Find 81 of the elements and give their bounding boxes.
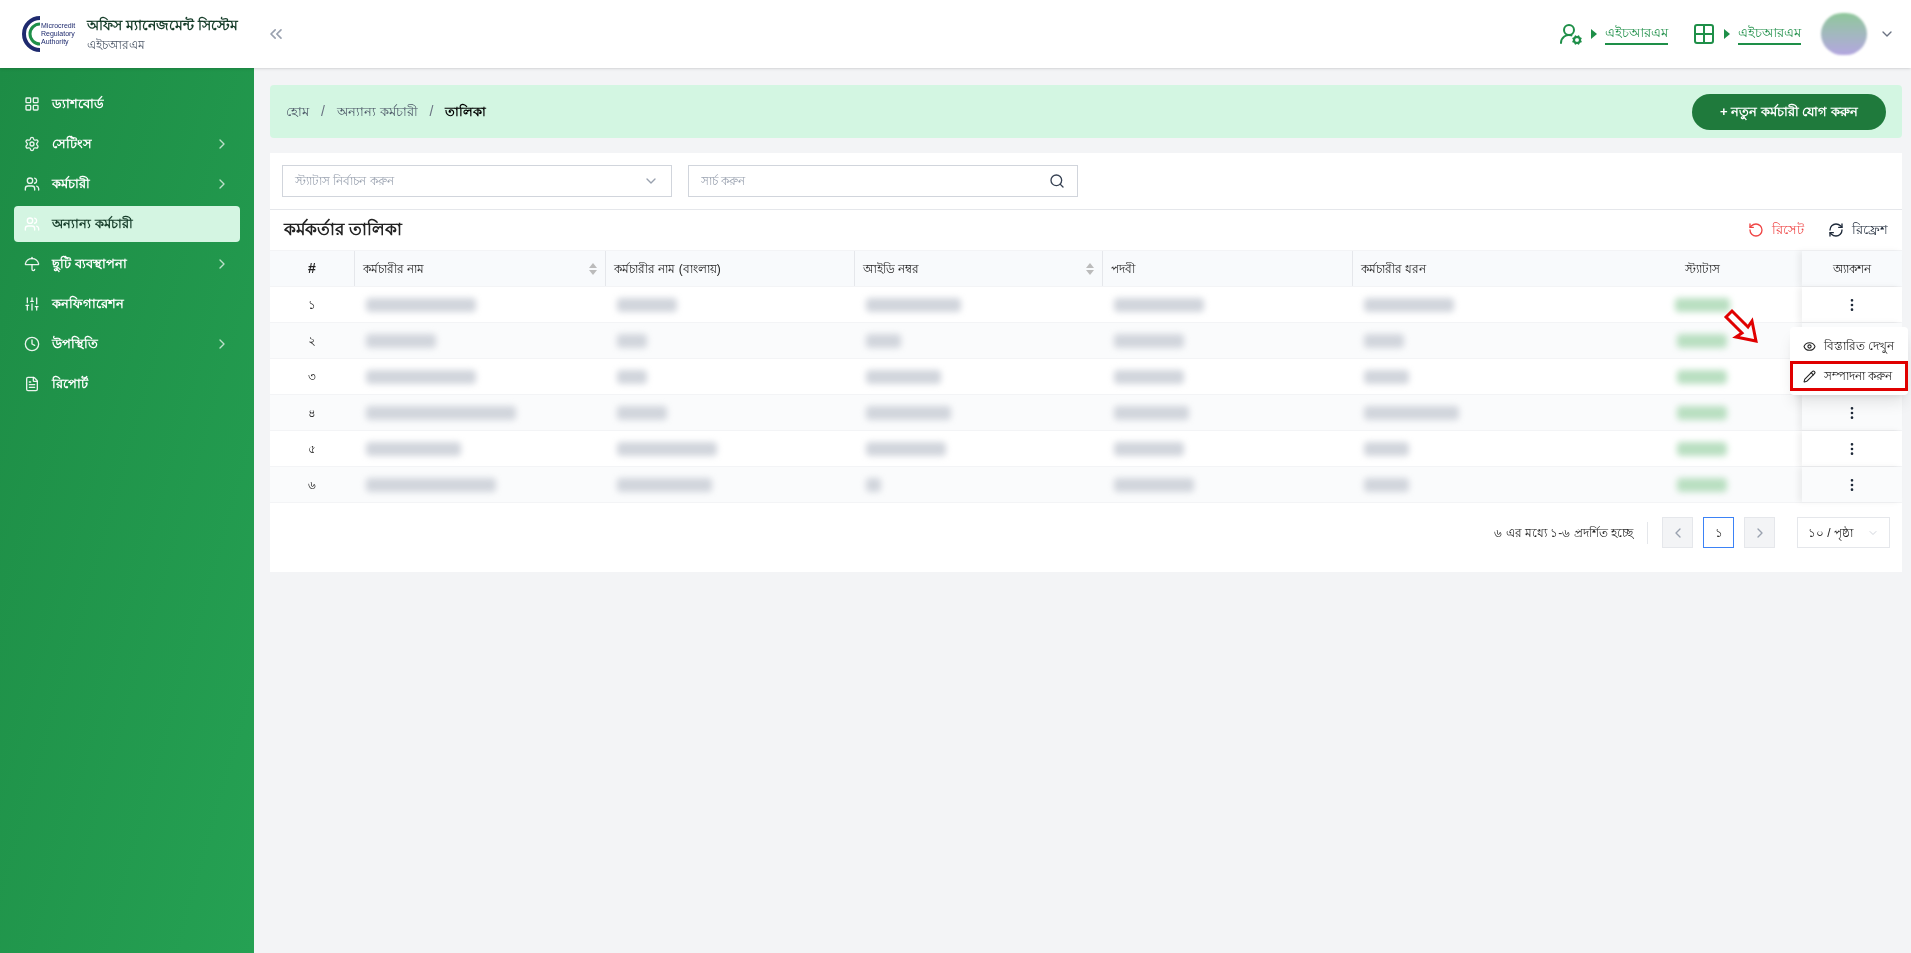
sidebar-item[interactable]: অন্যান্য কর্মচারী <box>14 206 240 242</box>
redacted-text <box>1114 333 1184 348</box>
column-header: স্ট্যাটাস <box>1683 260 1721 278</box>
people-icon <box>24 216 40 232</box>
menu-item[interactable]: বিস্তারিত দেখুন <box>1790 331 1908 361</box>
sidebar-item[interactable]: রিপোর্ট <box>14 366 240 402</box>
pagination-summary: ৬ এর মধ্যে ১-৬ প্রদর্শিত হচ্ছে <box>1494 521 1648 544</box>
people-icon <box>24 176 40 192</box>
breadcrumb-separator: / <box>429 102 434 121</box>
sidebar-item[interactable]: কর্মচারী <box>14 166 240 202</box>
redacted-text <box>1364 369 1409 384</box>
row-number: ২ <box>307 332 317 350</box>
search-box[interactable]: সার্চ করুন <box>688 165 1078 197</box>
triangle-icon <box>1591 29 1597 39</box>
refresh-button[interactable]: রিফ্রেশ <box>1828 220 1888 240</box>
column-header: কর্মচারীর নাম (বাংলায়) <box>605 251 854 286</box>
breadcrumb-item[interactable]: হোম <box>286 101 309 122</box>
clock-icon <box>24 336 40 352</box>
umbrella-icon <box>24 256 40 272</box>
redacted-text <box>617 297 677 312</box>
redacted-text <box>1114 441 1184 456</box>
redacted-text <box>617 369 647 384</box>
row-number: ১ <box>307 296 317 314</box>
column-header: কর্মচারীর ধরন <box>1352 251 1602 286</box>
redacted-text <box>1114 369 1184 384</box>
redacted-text <box>1674 297 1730 312</box>
sidebar-item[interactable]: উপস্থিতি <box>14 326 240 362</box>
row-number: ৩ <box>307 368 317 386</box>
redacted-text <box>366 333 436 348</box>
redacted-text <box>866 477 881 492</box>
gear-icon <box>24 136 40 152</box>
search-icon[interactable] <box>1049 173 1065 189</box>
redacted-text <box>1677 405 1727 420</box>
search-field[interactable]: সার্চ করুন <box>701 172 1049 190</box>
refresh-icon <box>1828 222 1844 238</box>
page-size-select[interactable]: ১০ / পৃষ্ঠা <box>1797 517 1890 548</box>
row-number: ৬ <box>307 476 317 494</box>
table-title: কর্মকর্তার তালিকা <box>284 217 402 242</box>
row-number: ৪ <box>307 404 317 422</box>
column-header[interactable]: আইডি নম্বর <box>854 251 1102 286</box>
document-icon <box>24 376 40 392</box>
redacted-text <box>866 333 901 348</box>
add-employee-button[interactable]: + নতুন কর্মচারী যোগ করুন <box>1691 93 1886 130</box>
redacted-text <box>1677 477 1727 492</box>
redacted-text <box>617 405 667 420</box>
logo-rings-icon <box>22 16 41 52</box>
breadcrumb-item: তালিকা <box>445 102 487 121</box>
redacted-text <box>617 333 647 348</box>
column-header: পদবী <box>1102 251 1352 286</box>
module-link[interactable]: এইচআরএম <box>1738 22 1801 46</box>
eye-icon <box>1803 339 1816 353</box>
redacted-text <box>1677 441 1727 456</box>
column-header: # <box>307 259 317 278</box>
sidebar-item[interactable]: ছুটি ব্যবস্থাপনা <box>14 246 240 282</box>
status-select[interactable]: স্ট্যাটাস নির্বাচন করুন <box>282 165 672 197</box>
triangle-icon <box>1724 29 1730 39</box>
sidebar-item[interactable]: সেটিংস <box>14 126 240 162</box>
menu-item[interactable]: সম্পাদনা করুন <box>1790 361 1908 391</box>
sidebar-item[interactable]: কনফিগারেশন <box>14 286 240 322</box>
breadcrumb-item[interactable]: অন্যান্য কর্মচারী <box>336 101 418 122</box>
user-switch-icon[interactable] <box>1559 22 1583 46</box>
row-number: ৫ <box>307 440 317 458</box>
breadcrumb-separator: / <box>321 102 325 121</box>
redacted-text <box>1677 333 1727 348</box>
grid-icon <box>24 96 40 112</box>
apps-icon[interactable] <box>1692 22 1716 46</box>
sidebar-item[interactable]: ড্যাশবোর্ড <box>14 86 240 122</box>
app-title: অফিস ম্যানেজমেন্ট সিস্টেম <box>87 15 238 35</box>
redacted-text <box>1364 441 1409 456</box>
sliders-icon <box>24 296 40 312</box>
reset-button[interactable]: রিসেট <box>1748 220 1804 240</box>
reset-icon <box>1748 222 1764 238</box>
module-link[interactable]: এইচআরএম <box>1605 22 1668 46</box>
column-header[interactable]: কর্মচারীর নাম <box>354 251 605 286</box>
column-header: অ্যাকশন <box>1802 251 1902 286</box>
redacted-text <box>1364 333 1404 348</box>
redacted-text <box>1364 477 1409 492</box>
page-button[interactable]: ১ <box>1703 517 1734 548</box>
redacted-text <box>1677 369 1727 384</box>
pencil-icon <box>1803 369 1816 383</box>
app-subtitle: এইচআরএম <box>87 36 147 54</box>
